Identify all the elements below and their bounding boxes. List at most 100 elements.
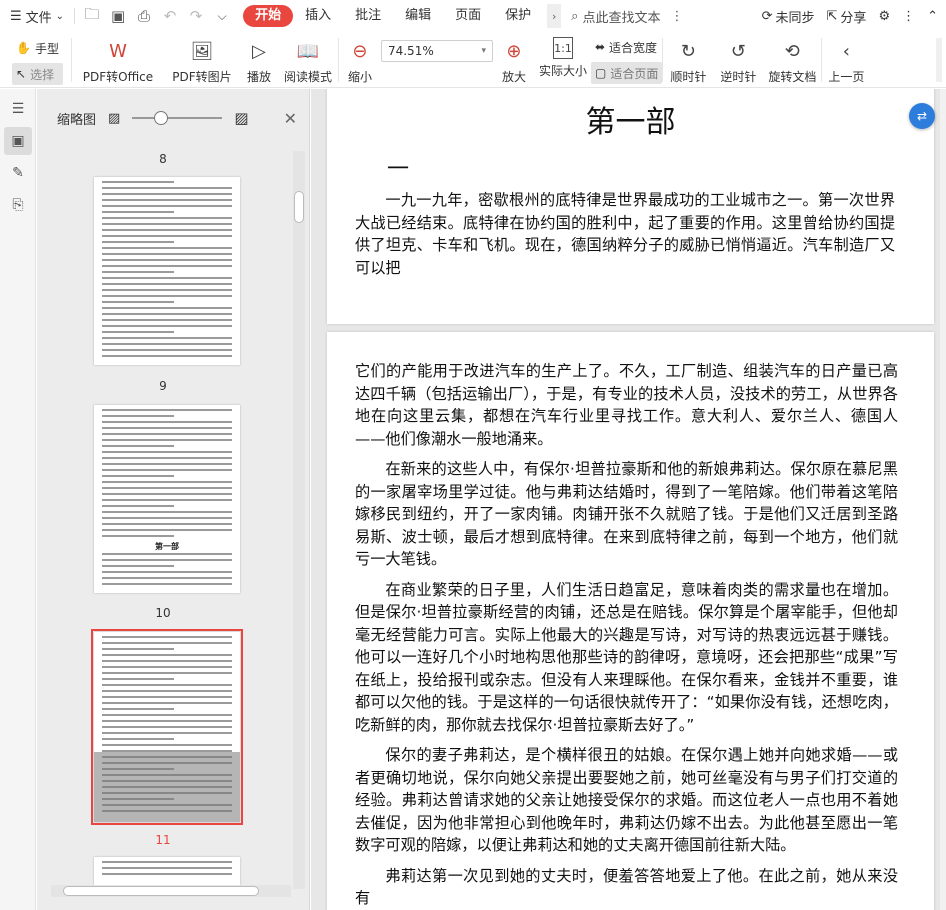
thumbnail-text-line	[102, 433, 232, 435]
share-button[interactable]: ⇱ 分享	[827, 7, 867, 26]
rotate-counterclockwise-button[interactable]: ↺ 逆时针	[713, 32, 763, 88]
large-image-icon[interactable]: ▨	[234, 109, 248, 127]
outline-icon[interactable]: ☰	[4, 95, 32, 123]
previous-page-label: 上一页	[828, 70, 865, 84]
thumbnail-text-line	[102, 511, 232, 513]
rotate-clockwise-button[interactable]: ↻ 顺时针	[663, 32, 713, 88]
thumbnail-text-line	[102, 732, 232, 734]
quick-access-dropdown-icon[interactable]: ⌵	[209, 3, 235, 29]
more-menu-icon[interactable]: ⋮	[902, 9, 915, 24]
thumbnail-text-line	[102, 690, 232, 692]
share-icon: ⇱	[826, 8, 838, 24]
pdf-to-image-button[interactable]: 🖼 PDF转图片	[164, 32, 240, 88]
convert-float-button-icon[interactable]: ⇄	[909, 103, 935, 129]
search-box[interactable]: ⌕ 点此查找文本 ⋮	[571, 7, 683, 26]
thumbnail-page-10[interactable]	[91, 629, 243, 825]
annotation-icon[interactable]: ✎	[4, 159, 32, 187]
thumbnail-size-slider[interactable]	[132, 111, 223, 125]
thumbnail-text-line	[102, 283, 232, 285]
thumbnail-vertical-scrollbar[interactable]	[293, 151, 305, 889]
page-title: 第一部	[585, 105, 676, 140]
thumbnail-text-line	[102, 873, 232, 875]
fit-page-label: 适合页面	[610, 66, 659, 81]
thumbnail-panel: 缩略图 ▨ ▨ ✕ 8 9 第一部 10 11	[37, 89, 310, 910]
tab-annotate[interactable]: 批注	[343, 5, 393, 27]
thumbnail-text-line	[102, 481, 232, 483]
tab-edit[interactable]: 编辑	[393, 5, 443, 27]
slider-knob[interactable]	[154, 111, 169, 125]
thumbnail-text-line	[102, 223, 232, 225]
thumbnail-text-line	[102, 277, 232, 279]
hand-icon: ✋	[16, 41, 31, 55]
zoom-in-button[interactable]: ⊕ 放大	[493, 32, 535, 88]
hand-tool-button[interactable]: ✋ 手型	[12, 37, 63, 59]
zoom-out-label: 缩小	[347, 70, 372, 84]
fit-width-button[interactable]: ⬌ 适合宽度	[591, 36, 662, 58]
read-mode-button[interactable]: 📖 阅读模式	[278, 32, 338, 88]
document-page: 第一部 一 一九一九年，密歇根州的底特律是世界最成功的工业城市之一。第一次世界大…	[327, 89, 934, 324]
scrollbar-thumb[interactable]	[294, 191, 304, 223]
pdf-to-office-icon: W	[109, 40, 127, 62]
tab-start[interactable]: 开始	[243, 5, 294, 27]
attachment-icon[interactable]: ⎘	[4, 191, 32, 219]
previous-page-button[interactable]: ‹ 上一页	[822, 32, 870, 88]
paragraph: 在商业繁荣的日子里，人们生活日趋富足，意味着肉类的需求量也在增加。但是保尔·坦普…	[355, 580, 898, 734]
thumbnail-text-lines	[94, 181, 240, 357]
file-menu[interactable]: ☰ 文件 ⌄	[0, 7, 70, 26]
thumbnail-text-line	[102, 666, 232, 668]
fit-page-button[interactable]: ▢ 适合页面	[590, 62, 663, 84]
thumbnail-text-line	[102, 475, 174, 477]
tab-protect[interactable]: 保护	[493, 5, 543, 27]
settings-gear-icon[interactable]: ⚙	[878, 9, 890, 24]
collapse-ribbon-icon[interactable]: ⌃	[927, 9, 938, 24]
redo-icon[interactable]: ↷	[183, 3, 209, 29]
undo-icon[interactable]: ↶	[157, 3, 183, 29]
document-view[interactable]: 第一部 一 一九一九年，密歇根州的底特律是世界最成功的工业城市之一。第一次世界大…	[311, 89, 946, 910]
tab-insert[interactable]: 插入	[293, 5, 343, 27]
tabs-more-arrow-icon[interactable]: ›	[547, 4, 562, 28]
thumbnail-text-line	[102, 439, 232, 441]
sync-status[interactable]: ⟳ 未同步	[762, 7, 815, 26]
thumbnail-text-line	[102, 421, 232, 423]
thumbnail-page-number-current: 11	[155, 833, 171, 847]
thumbnail-horizontal-scrollbar[interactable]	[51, 885, 291, 897]
scrollbar-thumb[interactable]	[63, 886, 259, 896]
select-tool-button[interactable]: ↖ 选择	[12, 63, 63, 85]
document-vertical-scrollbar[interactable]	[940, 89, 946, 910]
thumbnail-page-8[interactable]	[94, 177, 240, 365]
paragraph: 一九一九年，密歇根州的底特律是世界最成功的工业城市之一。第一次世界大战已经结束。…	[355, 191, 895, 277]
ribbon-scrollbar[interactable]	[936, 38, 942, 82]
rotate-document-label: 旋转文档	[768, 70, 817, 84]
thumbnail-text-line	[102, 313, 232, 315]
thumbnail-text-line	[102, 535, 174, 537]
save-icon[interactable]: ▣	[105, 3, 131, 29]
thumbnail-page-9[interactable]: 第一部	[94, 405, 240, 593]
thumbnail-text-line	[102, 714, 232, 716]
zoom-out-button[interactable]: ⊖ 缩小	[339, 32, 381, 88]
rotate-document-button[interactable]: ⟲ 旋转文档	[763, 32, 821, 88]
thumbnail-text-line	[102, 451, 232, 453]
thumbnail-panel-icon[interactable]: ▣	[4, 127, 32, 155]
thumbnail-text-line	[102, 355, 232, 357]
side-nav: ☰ ▣ ✎ ⎘	[0, 89, 36, 910]
thumbnail-text-line	[102, 577, 232, 579]
thumbnail-text-line	[102, 247, 232, 249]
open-folder-icon[interactable]: 🗀	[79, 3, 105, 29]
pdf-to-office-button[interactable]: W PDF转Office	[72, 32, 164, 88]
thumbnail-page-11[interactable]	[94, 857, 240, 885]
thumbnail-text-line	[102, 199, 232, 201]
divider	[74, 8, 76, 24]
sync-icon: ⟳	[761, 8, 773, 24]
print-icon[interactable]: ⎙	[131, 3, 157, 29]
zoom-dropdown-icon[interactable]: ▾	[481, 46, 486, 56]
actual-size-button[interactable]: 1:1 实际大小	[535, 32, 591, 88]
fit-width-label: 适合宽度	[609, 40, 658, 55]
thumbnail-panel-header: 缩略图 ▨ ▨ ✕	[37, 89, 309, 147]
small-image-icon[interactable]: ▨	[108, 111, 120, 126]
play-button[interactable]: ▷ 播放	[240, 32, 278, 88]
zoom-input[interactable]: 74.51% ▾	[380, 40, 493, 62]
thumbnail-text-line	[102, 493, 232, 495]
tab-page[interactable]: 页面	[443, 5, 493, 27]
thumbnail-text-line	[102, 259, 232, 261]
close-icon[interactable]: ✕	[284, 109, 297, 128]
